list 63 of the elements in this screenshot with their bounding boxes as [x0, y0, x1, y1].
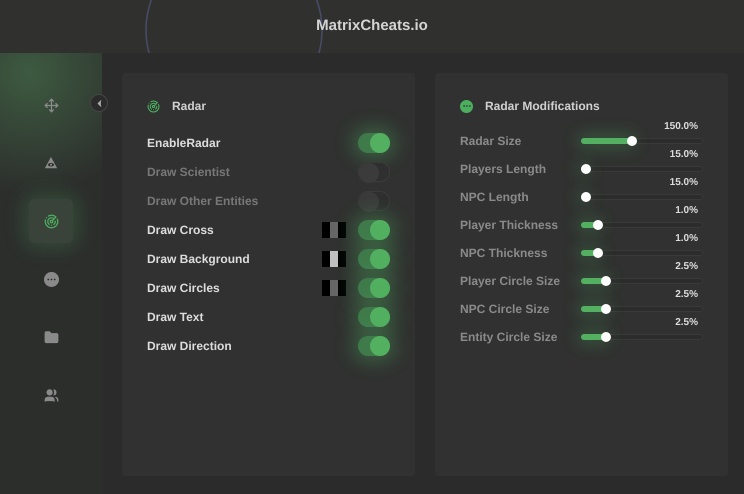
slider-value: 2.5%	[675, 261, 698, 273]
option-label: Draw Other Entities	[147, 193, 260, 210]
slider[interactable]	[581, 248, 703, 258]
slider-label: NPC Thickness	[460, 245, 548, 262]
color-swatch[interactable]	[322, 251, 346, 267]
eye-triangle-icon	[44, 156, 58, 170]
color-swatch[interactable]	[322, 280, 346, 296]
toggle-switch[interactable]	[358, 307, 390, 327]
slider-value: 150.0%	[664, 121, 698, 133]
radar-icon	[147, 100, 160, 112]
option-label: Draw Circles	[147, 280, 221, 297]
option-label: Draw Text	[147, 309, 204, 326]
color-swatch[interactable]	[322, 222, 346, 238]
option-label: EnableRadar	[147, 135, 222, 152]
option-label: Draw Background	[147, 251, 251, 268]
option-label: Draw Scientist	[147, 164, 231, 181]
slider-thumb[interactable]	[581, 164, 591, 174]
slider[interactable]	[581, 136, 703, 146]
sidebar-item[interactable]	[29, 199, 73, 243]
users-icon	[44, 388, 58, 402]
slider-value: 1.0%	[675, 205, 698, 217]
slider-value: 2.5%	[675, 317, 698, 329]
slider-thumb[interactable]	[601, 276, 612, 286]
toggle-switch[interactable]	[358, 278, 390, 298]
slider[interactable]	[581, 304, 703, 314]
ellipsis-icon	[44, 272, 58, 286]
move-icon	[44, 98, 58, 112]
slider-label: NPC Length	[460, 189, 530, 206]
slider-label: NPC Circle Size	[460, 301, 550, 318]
toggle-switch[interactable]	[358, 336, 390, 356]
toggle-switch[interactable]	[358, 191, 390, 211]
slider-value: 15.0%	[670, 177, 698, 189]
slider-thumb[interactable]	[601, 332, 612, 342]
slider[interactable]	[581, 220, 703, 230]
slider-thumb[interactable]	[593, 220, 604, 230]
collapse-button[interactable]	[90, 94, 108, 112]
slider[interactable]	[581, 192, 703, 202]
radar-icon	[44, 214, 58, 228]
slider-value: 1.0%	[675, 233, 698, 245]
slider-label: Entity Circle Size	[460, 329, 558, 346]
slider-value: 2.5%	[675, 289, 698, 301]
slider-label: Players Length	[460, 161, 548, 178]
option-label: Draw Cross	[147, 222, 215, 239]
slider[interactable]	[581, 276, 703, 286]
panel-title: Radar	[172, 98, 206, 115]
slider[interactable]	[581, 332, 703, 342]
slider-thumb[interactable]	[626, 136, 637, 146]
window-title: MatrixCheats.io	[316, 16, 428, 36]
slider-value: 15.0%	[670, 149, 698, 161]
ellipsis-icon	[460, 100, 473, 112]
slider-thumb[interactable]	[593, 248, 604, 258]
folder-icon	[44, 330, 58, 344]
slider-label: Player Thickness	[460, 217, 560, 234]
option-label: Draw Direction	[147, 338, 233, 355]
slider-label: Radar Size	[460, 133, 522, 150]
panel-title: Radar Modifications	[485, 98, 600, 115]
toggle-switch[interactable]	[358, 133, 390, 153]
slider-thumb[interactable]	[601, 304, 612, 314]
toggle-switch[interactable]	[358, 249, 390, 269]
toggle-switch[interactable]	[358, 220, 390, 240]
slider[interactable]	[581, 164, 703, 174]
slider-label: Player Circle Size	[460, 273, 562, 290]
slider-thumb[interactable]	[581, 192, 591, 202]
